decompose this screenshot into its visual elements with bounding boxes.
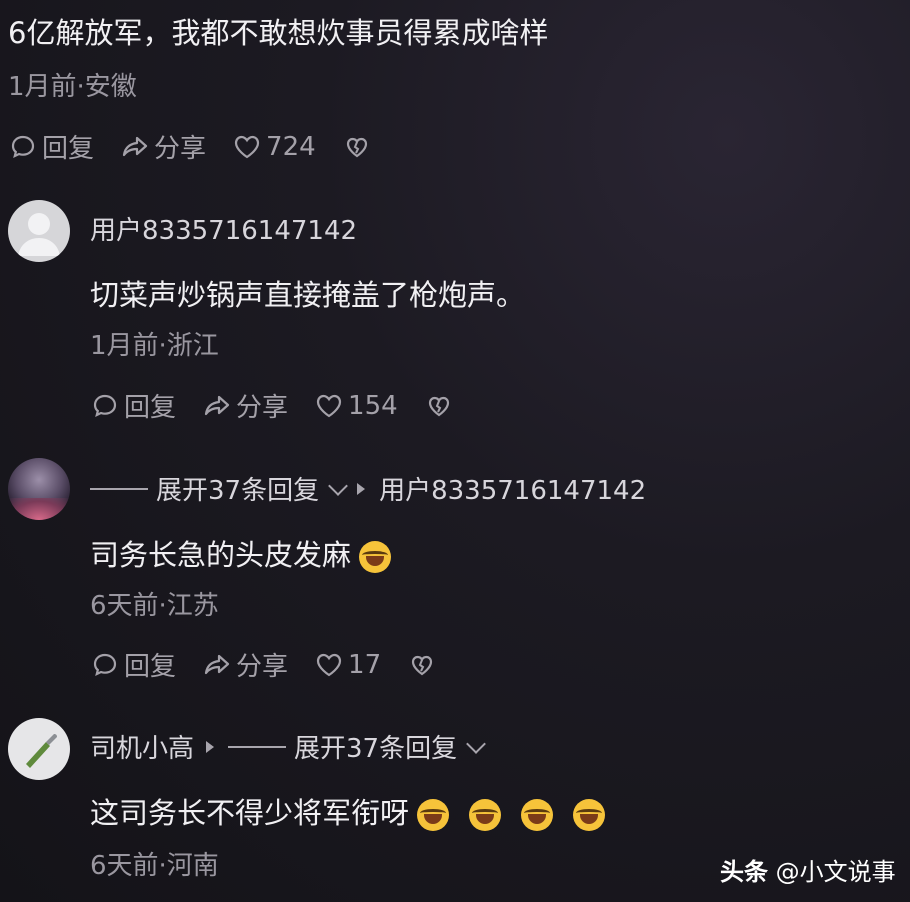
comment-meta: 1月前·浙江	[90, 331, 219, 361]
broken-heart-icon	[412, 655, 433, 675]
share-button[interactable]: 分享	[202, 646, 288, 683]
expand-replies-link[interactable]: 展开37条回复	[156, 470, 319, 507]
comment-actions: 回复 分享 154	[90, 387, 484, 424]
default-user-icon	[18, 213, 60, 256]
comment-meta: 1月前·安徽	[8, 72, 137, 102]
share-arrow-icon	[204, 395, 230, 415]
laughing-tears-emoji-icon	[573, 799, 606, 831]
share-button[interactable]: 分享	[120, 128, 206, 165]
laughing-tears-emoji-icon	[521, 799, 554, 831]
like-count: 724	[266, 131, 316, 162]
dislike-button[interactable]	[342, 132, 376, 162]
avatar[interactable]	[8, 200, 70, 262]
watermark: 头条 @小文说事	[720, 852, 896, 887]
comment-actions: 回复 分享 17	[90, 646, 467, 683]
like-button[interactable]: 154	[314, 391, 398, 421]
reply-button[interactable]: 回复	[8, 128, 94, 165]
thread-line	[90, 487, 148, 490]
laughing-tears-emoji-icon	[359, 541, 392, 573]
like-button[interactable]: 724	[232, 132, 316, 162]
broken-heart-icon	[428, 396, 449, 416]
laughing-tears-emoji-icon	[417, 799, 450, 831]
broken-heart-icon	[346, 137, 367, 157]
share-arrow-icon	[204, 654, 230, 674]
reply-label: 回复	[124, 652, 177, 682]
reply-label: 回复	[42, 134, 95, 164]
comment-text: 6亿解放军，我都不敢想炊事员得累成啥样	[8, 16, 549, 50]
chevron-down-icon[interactable]	[466, 733, 487, 754]
watermark-account: @小文说事	[775, 858, 896, 886]
share-button[interactable]: 分享	[202, 387, 288, 424]
comment-bubble-icon	[93, 653, 117, 676]
share-label: 分享	[154, 134, 207, 164]
reply-to-username[interactable]: 用户8335716147142	[379, 470, 646, 507]
comment-text: 司务长急的头皮发麻	[90, 538, 352, 572]
heart-icon	[316, 653, 342, 676]
share-label: 分享	[236, 652, 289, 682]
heart-icon	[234, 135, 260, 158]
share-label: 分享	[236, 393, 289, 423]
comment-text-row: 司务长急的头皮发麻	[90, 532, 392, 574]
username[interactable]: 司机小高	[90, 728, 194, 765]
comment-meta: 6天前·河南	[90, 851, 219, 881]
like-button[interactable]: 17	[314, 650, 381, 680]
reply-button[interactable]: 回复	[90, 387, 176, 424]
reply-arrow-icon	[357, 482, 366, 495]
comment-meta: 6天前·江苏	[90, 591, 219, 621]
reply-arrow-icon	[206, 740, 215, 753]
like-count: 154	[348, 390, 398, 421]
username[interactable]: 用户8335716147142	[90, 210, 357, 247]
comment-text: 这司务长不得少将军衔呀	[90, 796, 410, 830]
reply-button[interactable]: 回复	[90, 646, 176, 683]
avatar[interactable]	[8, 458, 70, 520]
comment-bubble-icon	[11, 135, 35, 158]
avatar[interactable]	[8, 718, 70, 780]
knife-icon	[26, 734, 57, 768]
chevron-down-icon[interactable]	[328, 475, 348, 496]
comment-bubble-icon	[93, 394, 117, 417]
avatar-image	[8, 498, 70, 520]
heart-icon	[316, 394, 342, 417]
comment-text-row: 这司务长不得少将军衔呀	[90, 790, 606, 832]
dislike-button[interactable]	[424, 391, 458, 421]
thread-line	[228, 745, 287, 748]
like-count: 17	[348, 649, 382, 680]
comment-text: 切菜声炒锅声直接掩盖了枪炮声。	[90, 278, 526, 312]
share-arrow-icon	[122, 136, 148, 156]
laughing-tears-emoji-icon	[469, 799, 502, 831]
expand-replies-link[interactable]: 展开37条回复	[294, 728, 457, 765]
reply-thread-header: 展开37条回复 用户8335716147142	[90, 470, 646, 507]
dislike-button[interactable]	[407, 650, 441, 680]
comment-header: 司机小高 展开37条回复	[90, 728, 487, 765]
reply-label: 回复	[124, 393, 177, 423]
watermark-brand: 头条	[720, 858, 768, 886]
comment-actions: 回复 分享 724	[8, 128, 402, 165]
